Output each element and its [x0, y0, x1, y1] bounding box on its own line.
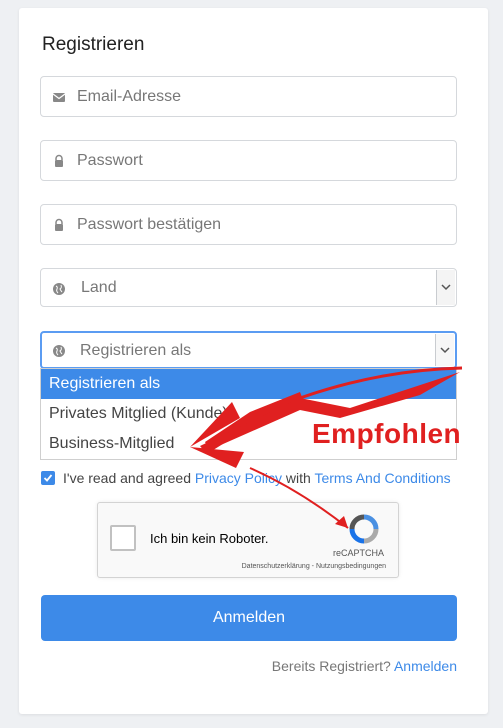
recaptcha-logo-icon — [349, 514, 379, 544]
password-field[interactable]: Passwort — [40, 140, 457, 181]
agree-checkbox[interactable] — [41, 471, 55, 485]
privacy-policy-link[interactable]: Privacy Policy — [195, 470, 282, 486]
terms-link[interactable]: Terms And Conditions — [314, 470, 450, 486]
register-as-value: Registrieren als — [80, 342, 192, 359]
country-select-value: Land — [81, 279, 117, 296]
password-placeholder: Passwort — [77, 152, 143, 169]
chevron-down-icon[interactable] — [435, 334, 454, 366]
register-as-select[interactable]: Registrieren als — [40, 331, 457, 369]
recaptcha-widget: Ich bin kein Roboter. reCAPTCHA Datensch… — [97, 502, 399, 578]
email-field[interactable]: Email-Adresse — [40, 76, 457, 117]
agree-row: I've read and agreed Privacy Policy with… — [41, 470, 451, 486]
email-placeholder: Email-Adresse — [77, 88, 182, 105]
captcha-brand: reCAPTCHA — [332, 548, 384, 558]
agree-with-text: with — [285, 470, 311, 486]
captcha-terms[interactable]: Datenschutzerklärung - Nutzungsbedingung… — [242, 563, 386, 570]
agree-text: I've read and agreed — [63, 470, 191, 486]
page-title: Registrieren — [42, 34, 145, 55]
captcha-checkbox[interactable] — [110, 525, 136, 551]
globe-icon — [53, 283, 65, 295]
recommended-annotation: Empfohlen — [312, 418, 462, 449]
check-icon — [43, 474, 53, 482]
login-link[interactable]: Anmelden — [394, 658, 457, 674]
dropdown-option[interactable]: Registrieren als — [41, 369, 456, 399]
already-registered-row: Bereits Registriert? Anmelden — [272, 658, 457, 674]
password-confirm-placeholder: Passwort bestätigen — [77, 216, 222, 233]
globe-icon — [53, 345, 65, 357]
chevron-down-icon[interactable] — [436, 270, 455, 305]
already-registered-text: Bereits Registriert? — [271, 658, 391, 674]
lock-icon — [55, 218, 63, 231]
envelope-icon — [52, 93, 66, 102]
password-confirm-field[interactable]: Passwort bestätigen — [40, 204, 457, 245]
lock-icon — [55, 154, 63, 167]
captcha-label: Ich bin kein Roboter. — [150, 531, 269, 546]
submit-button[interactable]: Anmelden — [41, 595, 457, 641]
country-select[interactable]: Land — [40, 268, 457, 307]
